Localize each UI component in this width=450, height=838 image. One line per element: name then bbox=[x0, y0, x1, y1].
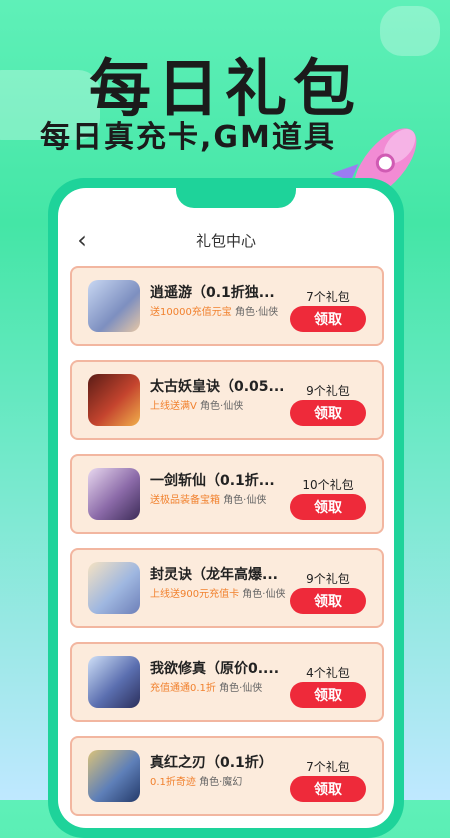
claim-button[interactable]: 领取 bbox=[290, 682, 366, 708]
game-description: 充值通通0.1折 角色·仙侠 bbox=[150, 682, 290, 696]
game-name: 一剑斩仙（0.1折... bbox=[150, 473, 275, 489]
claim-button[interactable]: 领取 bbox=[290, 776, 366, 802]
game-thumbnail bbox=[88, 280, 140, 332]
gift-count: 7个礼包 bbox=[306, 760, 350, 774]
game-thumbnail bbox=[88, 374, 140, 426]
game-name: 我欲修真（原价0.... bbox=[150, 661, 280, 677]
gift-count: 9个礼包 bbox=[306, 572, 350, 586]
gift-card[interactable]: 我欲修真（原价0.... 充值通通0.1折 角色·仙侠 4个礼包 领取 bbox=[70, 642, 384, 722]
game-thumbnail bbox=[88, 468, 140, 520]
phone-notch bbox=[176, 188, 296, 208]
promo-subtitle: 每日真充卡,GM道具 bbox=[40, 120, 336, 155]
game-name: 真红之刃（0.1折） bbox=[150, 755, 273, 771]
claim-button[interactable]: 领取 bbox=[290, 400, 366, 426]
game-description: 送10000充值元宝 角色·仙侠 bbox=[150, 306, 290, 320]
phone-frame: ‹ 礼包中心 逍遥游（0.1折独... 送10000充值元宝 角色·仙侠 7个礼… bbox=[48, 178, 404, 838]
gift-count: 10个礼包 bbox=[302, 478, 354, 492]
gift-card[interactable]: 太古妖皇诀（0.05... 上线送满V 角色·仙侠 9个礼包 领取 bbox=[70, 360, 384, 440]
game-tags: 角色·仙侠 bbox=[200, 401, 244, 412]
gift-highlight: 0.1折奇迹 bbox=[150, 777, 196, 788]
game-thumbnail bbox=[88, 562, 140, 614]
gift-highlight: 充值通通0.1折 bbox=[150, 683, 216, 694]
game-name: 逍遥游（0.1折独... bbox=[150, 285, 275, 301]
gift-card[interactable]: 真红之刃（0.1折） 0.1折奇迹 角色·魔幻 7个礼包 领取 bbox=[70, 736, 384, 816]
game-tags: 角色·魔幻 bbox=[199, 777, 243, 788]
gift-list: 逍遥游（0.1折独... 送10000充值元宝 角色·仙侠 7个礼包 领取 太古… bbox=[70, 266, 384, 828]
gift-card[interactable]: 一剑斩仙（0.1折... 送极品装备宝箱 角色·仙侠 10个礼包 领取 bbox=[70, 454, 384, 534]
phone-screen: ‹ 礼包中心 逍遥游（0.1折独... 送10000充值元宝 角色·仙侠 7个礼… bbox=[58, 188, 394, 828]
game-description: 送极品装备宝箱 角色·仙侠 bbox=[150, 494, 290, 508]
game-tags: 角色·仙侠 bbox=[223, 495, 267, 506]
game-thumbnail bbox=[88, 750, 140, 802]
page-title: 礼包中心 bbox=[195, 232, 256, 250]
game-description: 上线送900元充值卡 角色·仙侠 bbox=[150, 588, 290, 602]
gift-card[interactable]: 封灵诀（龙年高爆... 上线送900元充值卡 角色·仙侠 9个礼包 领取 bbox=[70, 548, 384, 628]
game-tags: 角色·仙侠 bbox=[235, 307, 279, 318]
gift-highlight: 上线送满V bbox=[150, 401, 197, 412]
gift-highlight: 送极品装备宝箱 bbox=[150, 495, 220, 506]
game-name: 封灵诀（龙年高爆... bbox=[150, 567, 278, 583]
game-description: 0.1折奇迹 角色·魔幻 bbox=[150, 776, 290, 790]
gift-card[interactable]: 逍遥游（0.1折独... 送10000充值元宝 角色·仙侠 7个礼包 领取 bbox=[70, 266, 384, 346]
gift-highlight: 上线送900元充值卡 bbox=[150, 589, 240, 600]
gift-highlight: 送10000充值元宝 bbox=[150, 307, 232, 318]
gift-count: 7个礼包 bbox=[306, 290, 350, 304]
nav-bar: ‹ 礼包中心 bbox=[58, 226, 394, 256]
claim-button[interactable]: 领取 bbox=[290, 494, 366, 520]
game-tags: 角色·仙侠 bbox=[219, 683, 263, 694]
game-thumbnail bbox=[88, 656, 140, 708]
claim-button[interactable]: 领取 bbox=[290, 588, 366, 614]
game-description: 上线送满V 角色·仙侠 bbox=[150, 400, 290, 414]
gift-count: 9个礼包 bbox=[306, 384, 350, 398]
game-tags: 角色·仙侠 bbox=[242, 589, 286, 600]
game-name: 太古妖皇诀（0.05... bbox=[150, 379, 285, 395]
claim-button[interactable]: 领取 bbox=[290, 306, 366, 332]
gift-count: 4个礼包 bbox=[306, 666, 350, 680]
